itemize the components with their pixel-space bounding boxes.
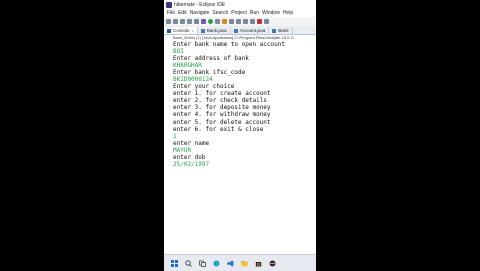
store-icon[interactable]: [254, 259, 262, 267]
java-file-icon: [272, 28, 277, 33]
debug-icon[interactable]: [201, 19, 206, 24]
menu-project[interactable]: Project: [231, 10, 247, 16]
console-line: enter 1. for create account: [173, 90, 271, 98]
search-icon[interactable]: [236, 19, 241, 24]
menu-window[interactable]: Window: [262, 10, 280, 16]
save-icon[interactable]: [173, 19, 178, 24]
tab-account-java[interactable]: Account.java: [231, 27, 270, 34]
toggle-icon[interactable]: [194, 19, 199, 24]
console-input-line: BKID0000124: [173, 76, 213, 84]
external-tools-icon[interactable]: [222, 19, 227, 24]
windows-start-icon[interactable]: [170, 259, 178, 267]
menu-run[interactable]: Run: [250, 10, 259, 16]
console-line: Enter bank ifsc_code: [173, 69, 246, 77]
menu-navigate[interactable]: Navigate: [190, 10, 210, 16]
navigate-icon[interactable]: [243, 19, 248, 24]
coverage-icon[interactable]: [215, 19, 220, 24]
tab-bar: Console × Bank.java Account.java Bank: [164, 26, 316, 35]
console-line: enter 6. for exit & close: [173, 125, 264, 133]
console-icon: [167, 28, 171, 33]
console-output[interactable]: Enter bank name to open account BOI Ente…: [173, 41, 316, 241]
title-bar: hibernate - Eclipse IDE: [164, 0, 316, 9]
console-line: Enter your choice: [173, 83, 235, 91]
console-gutter: [164, 41, 172, 241]
terminate-icon[interactable]: [257, 19, 262, 24]
window-title: hibernate - Eclipse IDE: [174, 1, 226, 8]
tab-label: Bank.java: [206, 28, 227, 33]
menu-help[interactable]: Help: [283, 10, 293, 16]
java-file-icon: [233, 28, 238, 33]
forward-icon[interactable]: [250, 19, 255, 24]
new-class-icon[interactable]: [229, 19, 234, 24]
edge-browser-icon[interactable]: [212, 259, 220, 267]
tab-label: Console: [173, 28, 190, 33]
run-icon[interactable]: [208, 19, 213, 24]
console-input-line: 25/02/1997: [173, 160, 210, 168]
console-line: enter dob: [173, 153, 206, 161]
console-line: enter name: [173, 139, 210, 147]
vscode-icon[interactable]: [226, 259, 234, 267]
eclipse-window: hibernate - Eclipse IDE File Edit Naviga…: [164, 0, 316, 270]
more-icon[interactable]: [264, 19, 269, 24]
tab-bank-java[interactable]: Bank.java: [198, 27, 231, 34]
console-input-line: BOI: [173, 48, 184, 56]
menu-bar: File Edit Navigate Search Project Run Wi…: [164, 9, 316, 17]
console-input-line: MAYUR: [173, 146, 192, 154]
print-icon[interactable]: [187, 19, 192, 24]
tab-bank[interactable]: Bank: [269, 27, 293, 34]
menu-edit[interactable]: Edit: [178, 10, 187, 16]
search-icon[interactable]: [184, 259, 192, 267]
console-line: enter 2. for check details: [173, 97, 267, 105]
taskbar: [164, 254, 316, 271]
menu-search[interactable]: Search: [212, 10, 228, 16]
close-icon[interactable]: ×: [192, 28, 194, 33]
console-line: Enter bank name to open account: [173, 41, 285, 48]
eclipse-icon: [166, 1, 172, 8]
console-input-line: KHARGHAR: [173, 62, 202, 70]
console-line: enter 4. for withdraw money: [173, 111, 271, 119]
console-line: enter 5. for delete account: [173, 118, 271, 126]
java-file-icon: [200, 28, 205, 33]
tab-console[interactable]: Console ×: [164, 27, 198, 34]
tab-label: Account.java: [239, 28, 266, 33]
eclipse-icon[interactable]: [268, 259, 276, 267]
save-all-icon[interactable]: [180, 19, 185, 24]
task-view-icon[interactable]: [198, 259, 206, 267]
new-icon[interactable]: [166, 19, 171, 24]
file-explorer-icon[interactable]: [240, 259, 248, 267]
console-line: Enter address of bank: [173, 55, 249, 63]
tab-label: Bank: [278, 28, 289, 33]
console-line: enter 3. for deposite money: [173, 104, 271, 112]
menu-file[interactable]: File: [167, 10, 175, 16]
console-input-line: 1: [173, 132, 177, 140]
